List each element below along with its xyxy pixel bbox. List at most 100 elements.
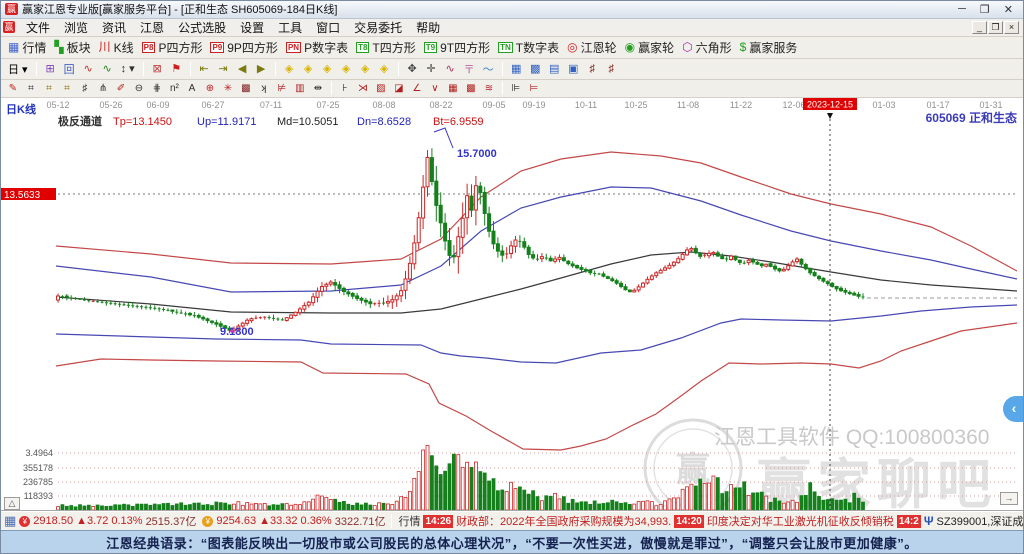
tb2-tool-icon-4[interactable]: ∿ xyxy=(80,61,97,77)
toolbar-button-sectors[interactable]: ▚ 板块 xyxy=(50,38,94,57)
news1-text[interactable]: 财政部：2022年全国政府采购规模为34,993. xyxy=(456,513,671,529)
tb3-tool-icon-10[interactable]: A xyxy=(184,81,200,95)
tb3-tool-icon-21[interactable]: ▨ xyxy=(373,81,389,95)
minimize-button[interactable]: ─ xyxy=(958,3,966,16)
tb2-tool-icon-0[interactable]: 日 ▾ xyxy=(5,61,31,77)
tb3-tool-icon-12[interactable]: ✳ xyxy=(220,81,236,95)
tb2-tool-icon-23[interactable]: ✥ xyxy=(404,61,421,77)
tb2-tool-icon-19[interactable]: ◈ xyxy=(338,61,355,77)
tb2-tool-icon-33[interactable]: ♯ xyxy=(584,61,601,77)
tb3-tool-icon-6[interactable]: ✐ xyxy=(113,81,129,95)
tb3-tool-icon-4[interactable]: ♯ xyxy=(77,81,93,95)
volume-pane-toggle-button[interactable]: △ xyxy=(4,496,20,510)
tb3-tool-icon-3[interactable]: ⌗ xyxy=(59,81,75,95)
scroll-right-button[interactable]: → xyxy=(1000,491,1018,505)
tb3-tool-icon-8[interactable]: ⋕ xyxy=(149,81,165,95)
tb3-tool-icon-13[interactable]: ▩ xyxy=(238,81,254,95)
tb2-tool-icon-18[interactable]: ◈ xyxy=(319,61,336,77)
news2-text[interactable]: 印度决定对华工业激光机征收反倾销税 xyxy=(707,513,894,529)
menu-item-0[interactable]: 文件 xyxy=(19,18,57,37)
toolbar-button-9t-square[interactable]: T9 9T四方形 xyxy=(420,38,494,57)
market-grid-icon[interactable]: ▦ xyxy=(4,514,16,528)
tb2-tool-icon-6[interactable]: ↕ ▾ xyxy=(118,61,138,77)
sidebar-collapse-button[interactable]: ‹ xyxy=(1003,395,1023,422)
tb2-tool-icon-27[interactable]: 〜 xyxy=(480,61,497,77)
tb2-tool-icon-29[interactable]: ▦ xyxy=(508,61,525,77)
menu-item-5[interactable]: 设置 xyxy=(233,18,271,37)
tb3-tool-icon-17[interactable]: ⇹ xyxy=(310,81,326,95)
mdi-restore-button[interactable]: ❐ xyxy=(988,20,1003,34)
tb2-tool-icon-12[interactable]: ⇥ xyxy=(215,61,232,77)
tb3-tool-icon-19[interactable]: ⊦ xyxy=(337,81,353,95)
tb3-tool-icon-22[interactable]: ◪ xyxy=(391,81,407,95)
tb3-tool-icon-7[interactable]: ⊖ xyxy=(131,81,147,95)
toolbar-button-p-table[interactable]: PN P数字表 xyxy=(282,38,352,57)
toolbar-button-gann-wheel[interactable]: ◎ 江恩轮 xyxy=(563,38,621,57)
toolbar-button-winner-wheel[interactable]: ◉ 赢家轮 xyxy=(621,38,679,57)
toolbar-button-kline[interactable]: 川 K线 xyxy=(95,38,138,57)
tb3-tool-icon-29[interactable]: ⊫ xyxy=(508,81,524,95)
menu-item-4[interactable]: 公式选股 xyxy=(171,18,233,37)
menu-item-6[interactable]: 工具 xyxy=(271,18,309,37)
toolbar-button-winner-service[interactable]: $ 赢家服务 xyxy=(736,38,802,57)
tb3-tool-icon-0[interactable]: ✎ xyxy=(5,81,21,95)
tb2-tool-icon-31[interactable]: ▤ xyxy=(546,61,563,77)
tb2-tool-icon-3[interactable]: 回 xyxy=(61,61,78,77)
tb2-tool-icon-11[interactable]: ⇤ xyxy=(196,61,213,77)
tb2-tool-icon-34[interactable]: ♯ xyxy=(603,61,620,77)
toolbar-button-9p-square[interactable]: P9 9P四方形 xyxy=(206,38,281,57)
menu-item-8[interactable]: 交易委托 xyxy=(347,18,409,37)
tb2-tool-icon-26[interactable]: 〒 xyxy=(461,61,478,77)
tb3-tool-icon-11[interactable]: ⊕ xyxy=(202,81,218,95)
tb3-tool-icon-24[interactable]: ∨ xyxy=(427,81,443,95)
tb3-tool-icon-16[interactable]: ▥ xyxy=(292,81,308,95)
tb2-tool-icon-21[interactable]: ◈ xyxy=(376,61,393,77)
tb3-tool-icon-9[interactable]: n² xyxy=(167,81,182,95)
tb3-tool-icon-23[interactable]: ∠ xyxy=(409,81,425,95)
menu-item-2[interactable]: 资讯 xyxy=(95,18,133,37)
sz-index-value[interactable]: 9254.63 xyxy=(216,515,256,527)
tb2-tool-icon-13[interactable]: ◀ xyxy=(234,61,251,77)
quotes-label[interactable]: 行情 xyxy=(398,513,420,529)
tb2-tool-icon-25[interactable]: ∿ xyxy=(442,61,459,77)
tb3-tool-icon-26[interactable]: ▩ xyxy=(463,81,479,95)
tb2-tool-icon-2[interactable]: ⊞ xyxy=(42,61,59,77)
index-ticker[interactable]: SZ399001,深证成指 xyxy=(937,513,1023,529)
close-button[interactable]: ✕ xyxy=(1004,3,1013,16)
sh-index-value[interactable]: 2918.50 xyxy=(33,515,73,527)
tb3-tool-icon-27[interactable]: ≋ xyxy=(481,81,497,95)
toolbar-button-t-square[interactable]: T8 T四方形 xyxy=(352,38,420,57)
kline-canvas[interactable]: 赢江恩工具软件 QQ:100800360赢家聊吧3.49643551782367… xyxy=(1,97,1023,511)
tb2-tool-icon-30[interactable]: ▩ xyxy=(527,61,544,77)
toolbar-button-t-table[interactable]: TN T数字表 xyxy=(494,38,563,57)
tb2-tool-icon-17[interactable]: ◈ xyxy=(300,61,317,77)
tb3-tool-icon-14[interactable]: ʞ xyxy=(256,81,272,95)
kline-chart-area[interactable]: 赢江恩工具软件 QQ:100800360 赢家聊吧 3.4964 355178 2367… xyxy=(1,97,1023,512)
tb3-tool-icon-30[interactable]: ⊨ xyxy=(526,81,542,95)
mdi-close-button[interactable]: × xyxy=(1004,20,1019,34)
menu-item-1[interactable]: 浏览 xyxy=(57,18,95,37)
tb3-tool-icon-25[interactable]: ▦ xyxy=(445,81,461,95)
toolbar-button-quotes[interactable]: ▦ 行情 xyxy=(4,38,50,57)
tb3-tool-icon-20[interactable]: ⋊ xyxy=(355,81,371,95)
tb3-tool-icon-1[interactable]: ⌗ xyxy=(23,81,39,95)
tb2-tool-icon-24[interactable]: ✛ xyxy=(423,61,440,77)
tb3-tool-icon-15[interactable]: ⊭ xyxy=(274,81,290,95)
menu-item-9[interactable]: 帮助 xyxy=(409,18,447,37)
tb2-tool-icon-32[interactable]: ▣ xyxy=(565,61,582,77)
toolbar-button-p-square[interactable]: P8 P四方形 xyxy=(138,38,207,57)
menu-item-7[interactable]: 窗口 xyxy=(309,18,347,37)
toolbar-button-hexagon[interactable]: ⬡ 六角形 xyxy=(678,38,736,57)
mdi-minimize-button[interactable]: _ xyxy=(972,20,987,34)
tb2-tool-icon-20[interactable]: ◈ xyxy=(357,61,374,77)
tb2-tool-icon-5[interactable]: ∿ xyxy=(99,61,116,77)
tb3-tool-icon-2[interactable]: ⌗ xyxy=(41,81,57,95)
tb2-tool-icon-8[interactable]: ⊠ xyxy=(149,61,166,77)
tb2-tool-icon-14[interactable]: ▶ xyxy=(253,61,270,77)
maximize-button[interactable]: ❐ xyxy=(980,3,990,16)
svg-text:236785: 236785 xyxy=(23,477,53,487)
tb2-tool-icon-16[interactable]: ◈ xyxy=(281,61,298,77)
tb3-tool-icon-5[interactable]: ⋔ xyxy=(95,81,111,95)
tb2-tool-icon-9[interactable]: ⚑ xyxy=(168,61,185,77)
menu-item-3[interactable]: 江恩 xyxy=(133,18,171,37)
